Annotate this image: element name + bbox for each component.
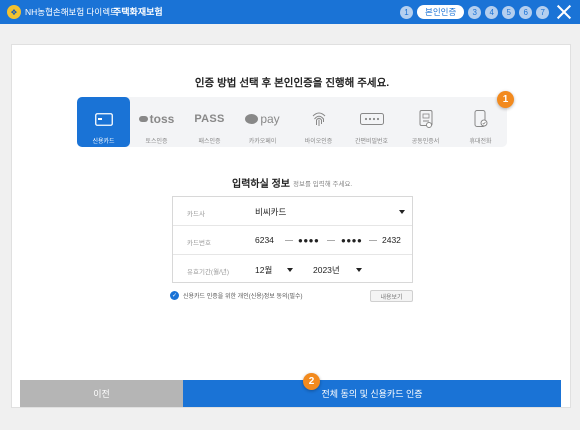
check-icon[interactable]: ✓ xyxy=(170,291,179,300)
chevron-down-icon[interactable] xyxy=(356,268,362,272)
expiry-month-select[interactable]: 12월 xyxy=(255,264,272,276)
step-indicator: 1 본인인증 3 4 5 6 7 xyxy=(400,4,550,20)
toss-logo: toss xyxy=(138,107,174,131)
method-label: 카카오페이 xyxy=(248,139,277,145)
agree-and-verify-button[interactable]: 전체 동의 및 신용카드 인증 xyxy=(183,380,561,407)
step-4: 4 xyxy=(485,5,499,19)
auth-card: 인증 방법 선택 후 본인인증을 진행해 주세요. 신용카드 toss 토스인증… xyxy=(11,44,571,408)
form-title: 입력하실 정보 xyxy=(232,179,290,190)
card-company-row: 카드사 비씨카드 xyxy=(173,197,412,226)
divider xyxy=(327,240,335,241)
step-1: 1 xyxy=(400,5,413,19)
expiry-year-select[interactable]: 2023년 xyxy=(313,264,340,276)
product-name: 주택화재보험 xyxy=(113,7,163,17)
method-label: 신용카드 xyxy=(92,139,115,145)
method-credit-card[interactable]: 신용카드 xyxy=(77,97,130,147)
divider xyxy=(285,240,293,241)
brand-name: NH농협손해보험 다이렉트 xyxy=(25,7,118,17)
fingerprint-icon xyxy=(311,107,327,131)
close-icon[interactable] xyxy=(555,3,573,21)
page-title: 인증 방법 선택 후 본인인증을 진행해 주세요. xyxy=(194,77,390,89)
method-label: 공동인증서 xyxy=(411,139,440,145)
card-number-label: 카드번호 xyxy=(187,240,211,247)
card-number-part3[interactable]: ●●●● xyxy=(341,236,362,245)
method-label: 토스인증 xyxy=(145,139,168,145)
method-label: 간편비밀번호 xyxy=(354,139,389,145)
step-2-current: 본인인증 xyxy=(417,5,465,19)
card-number-part4[interactable]: 2432 xyxy=(382,235,401,245)
method-pass[interactable]: PASS 패스인증 xyxy=(183,97,236,147)
form-subtitle: 정보를 입력해 주세요. xyxy=(293,181,353,188)
chevron-down-icon[interactable] xyxy=(287,268,293,272)
expiry-row: 유효기간(월/년) 12월 2023년 xyxy=(173,255,412,284)
step-badge-2: 2 xyxy=(303,373,320,390)
consent-row: ✓ 신용카드 인증을 위한 개인(신용)정보 동의(필수) xyxy=(170,291,303,300)
card-number-part1[interactable]: 6234 xyxy=(255,235,274,245)
method-toss[interactable]: toss 토스인증 xyxy=(130,97,183,147)
method-kakaopay[interactable]: pay 카카오페이 xyxy=(236,97,289,147)
method-label: 패스인증 xyxy=(198,139,221,145)
card-company-select[interactable]: 비씨카드 xyxy=(255,206,286,218)
pin-icon xyxy=(359,107,384,131)
certificate-icon xyxy=(419,107,433,131)
step-3: 3 xyxy=(468,5,482,19)
method-label: 바이오인증 xyxy=(304,139,333,145)
credit-card-icon xyxy=(94,107,113,131)
phone-icon xyxy=(474,107,488,131)
method-simple-pin[interactable]: 간편비밀번호 xyxy=(345,97,398,147)
card-number-row: 카드번호 6234 ●●●● ●●●● 2432 xyxy=(173,226,412,255)
top-header-bar: ❖ NH농협손해보험 다이렉트 주택화재보험 1 본인인증 3 4 5 6 7 xyxy=(0,0,580,24)
step-badge-1: 1 xyxy=(497,91,514,108)
prev-button[interactable]: 이전 xyxy=(20,380,183,407)
method-certificate[interactable]: 공동인증서 xyxy=(399,97,452,147)
consent-text: 신용카드 인증을 위한 개인(신용)정보 동의(필수) xyxy=(183,294,303,300)
card-company-label: 카드사 xyxy=(187,211,205,218)
expiry-label: 유효기간(월/년) xyxy=(187,269,230,276)
pass-logo: PASS xyxy=(194,113,225,125)
method-label: 휴대전화 xyxy=(469,139,492,145)
card-number-part2[interactable]: ●●●● xyxy=(298,236,319,245)
step-5: 5 xyxy=(502,5,516,19)
view-details-button[interactable]: 내용보기 xyxy=(370,290,413,302)
step-6: 6 xyxy=(519,5,533,19)
step-7: 7 xyxy=(536,5,550,19)
bottom-actions: 이전 전체 동의 및 신용카드 인증 xyxy=(20,380,561,407)
method-bio[interactable]: 바이오인증 xyxy=(292,97,345,147)
divider xyxy=(369,240,377,241)
auth-method-tabs: 신용카드 toss 토스인증 PASS 패스인증 pay 카카오페이 바이오인증… xyxy=(77,97,507,147)
nh-logo-icon: ❖ xyxy=(7,5,21,19)
chevron-down-icon[interactable] xyxy=(399,210,405,214)
card-info-form: 카드사 비씨카드 카드번호 6234 ●●●● ●●●● 2432 유효기간(월… xyxy=(172,196,413,283)
kakaopay-logo: pay xyxy=(245,107,280,131)
